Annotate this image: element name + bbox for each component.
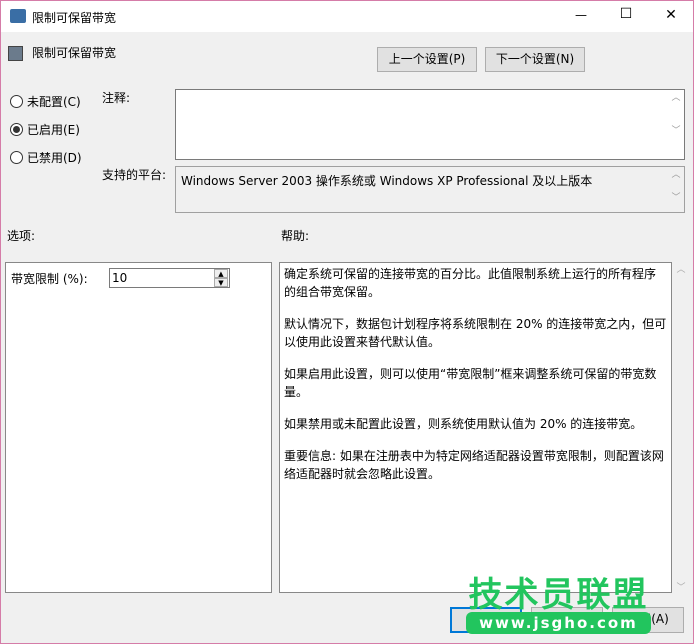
help-scrollbar[interactable]: ︿ ﹀ [673, 262, 689, 593]
platform-value: Windows Server 2003 操作系统或 Windows XP Pro… [181, 174, 593, 188]
policy-icon [8, 46, 23, 61]
comment-label: 注释: [102, 91, 131, 105]
help-paragraph: 如果启用此设置，则可以使用“带宽限制”框来调整系统可保留的带宽数量。 [284, 367, 657, 399]
options-label: 选项: [7, 229, 36, 243]
window-title: 限制可保留带宽 [32, 11, 117, 25]
close-button[interactable]: ✕ [656, 7, 686, 23]
radio-circle[interactable] [10, 151, 23, 164]
help-paragraph: 默认情况下，数据包计划程序将系统限制在 20% 的连接带宽之内，但可以使用此设置… [284, 317, 667, 349]
app-icon [10, 9, 26, 23]
platform-scrollbar[interactable]: ︿ ﹀ [668, 167, 684, 212]
help-paragraph: 重要信息: 如果在注册表中为特定网络适配器设置带宽限制，则配置该网络适配器时就会… [284, 449, 664, 481]
radio-enabled[interactable]: 已启用(E) [10, 121, 80, 138]
apply-button[interactable]: 应用(A) [612, 607, 684, 633]
radio-not-configured[interactable]: 未配置(C) [10, 93, 81, 110]
bandwidth-input[interactable]: 10 [112, 271, 127, 285]
help-paragraph: 确定系统可保留的连接带宽的百分比。此值限制系统上运行的所有程序的组合带宽保留。 [284, 267, 657, 299]
maximize-button[interactable]: ☐ [611, 6, 641, 22]
bandwidth-label: 带宽限制 (%): [11, 272, 88, 286]
spin-up-icon[interactable]: ▲ [214, 269, 228, 278]
policy-name: 限制可保留带宽 [32, 46, 117, 60]
radio-circle[interactable] [10, 123, 23, 136]
radio-label: 已启用(E) [27, 123, 80, 137]
comment-scrollbar[interactable]: ︿ ﹀ [668, 90, 684, 159]
options-panel: 带宽限制 (%): 10 ▲ ▼ [5, 262, 272, 593]
radio-label: 未配置(C) [27, 95, 81, 109]
radio-disabled[interactable]: 已禁用(D) [10, 149, 82, 166]
help-label: 帮助: [281, 229, 310, 243]
comment-textarea[interactable]: ︿ ﹀ [175, 89, 685, 160]
bandwidth-spinbox[interactable]: 10 ▲ ▼ [109, 268, 230, 288]
platform-label: 支持的平台: [102, 168, 167, 182]
radio-label: 已禁用(D) [27, 151, 82, 165]
ok-button[interactable]: 确定 [450, 607, 522, 633]
help-panel: 确定系统可保留的连接带宽的百分比。此值限制系统上运行的所有程序的组合带宽保留。 … [279, 262, 672, 593]
next-setting-button[interactable]: 下一个设置(N) [485, 47, 585, 72]
help-paragraph: 如果禁用或未配置此设置，则系统使用默认值为 20% 的连接带宽。 [284, 417, 643, 431]
radio-circle[interactable] [10, 95, 23, 108]
title-bar: 限制可保留带宽 — ☐ ✕ [1, 1, 693, 32]
policy-dialog: 限制可保留带宽 — ☐ ✕ 限制可保留带宽 上一个设置(P) 下一个设置(N) … [0, 0, 694, 644]
cancel-button[interactable]: 取消 [531, 607, 603, 633]
prev-setting-button[interactable]: 上一个设置(P) [377, 47, 477, 72]
minimize-button[interactable]: — [566, 8, 596, 22]
spin-down-icon[interactable]: ▼ [214, 278, 228, 287]
platform-field: Windows Server 2003 操作系统或 Windows XP Pro… [175, 166, 685, 213]
